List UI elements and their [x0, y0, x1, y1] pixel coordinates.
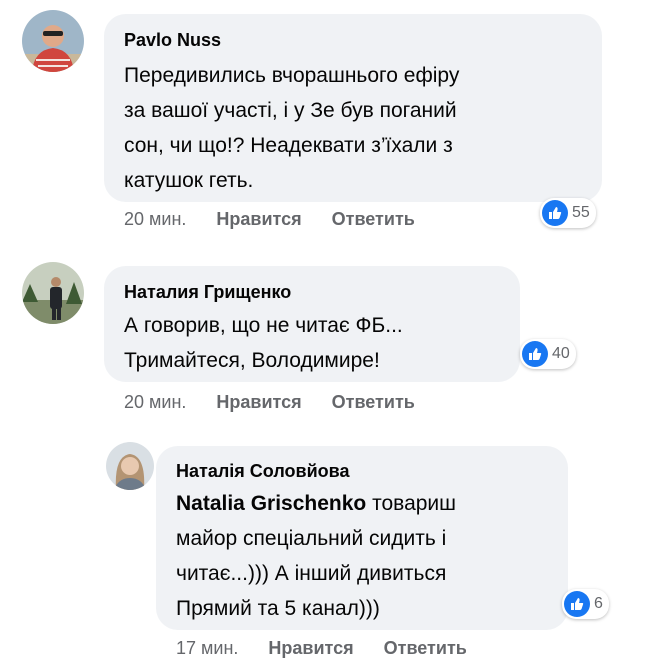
reaction-count[interactable]: 6: [562, 589, 609, 619]
reaction-count[interactable]: 55: [540, 198, 596, 228]
like-icon: [542, 200, 568, 226]
comment-author[interactable]: Наталия Грищенко: [124, 282, 291, 303]
comment-author[interactable]: Pavlo Nuss: [124, 30, 221, 51]
avatar-pavlo[interactable]: [22, 10, 84, 72]
avatar-nataliya-solovyova[interactable]: [106, 442, 154, 490]
like-icon: [522, 341, 548, 367]
comment-actions: 20 мин. Нравится Ответить: [124, 209, 415, 230]
mention-link[interactable]: Natalia Grischenko: [176, 492, 366, 515]
reply-button[interactable]: Ответить: [332, 392, 415, 413]
avatar-nataliya[interactable]: [22, 262, 84, 324]
reply-button[interactable]: Ответить: [332, 209, 415, 230]
like-icon: [564, 591, 590, 617]
reaction-count[interactable]: 40: [520, 339, 576, 369]
comment-time[interactable]: 20 мин.: [124, 209, 186, 230]
comment-time[interactable]: 20 мин.: [124, 392, 186, 413]
comment-text: Передивились вчорашнього ефіру за вашої …: [124, 64, 460, 192]
like-button[interactable]: Нравится: [216, 209, 301, 230]
comment-time[interactable]: 17 мин.: [176, 638, 238, 659]
comment-text: А говорив, що не читає ФБ... Тримайтеся,…: [124, 314, 403, 372]
like-button[interactable]: Нравится: [268, 638, 353, 659]
like-button[interactable]: Нравится: [216, 392, 301, 413]
comment-text: Natalia Grischenko товариш майор спеціал…: [176, 492, 457, 620]
comment-actions: 20 мин. Нравится Ответить: [124, 392, 415, 413]
reply-button[interactable]: Ответить: [384, 638, 467, 659]
comment-actions: 17 мин. Нравится Ответить: [176, 638, 467, 659]
comment-author[interactable]: Наталія Соловйова: [176, 461, 349, 482]
